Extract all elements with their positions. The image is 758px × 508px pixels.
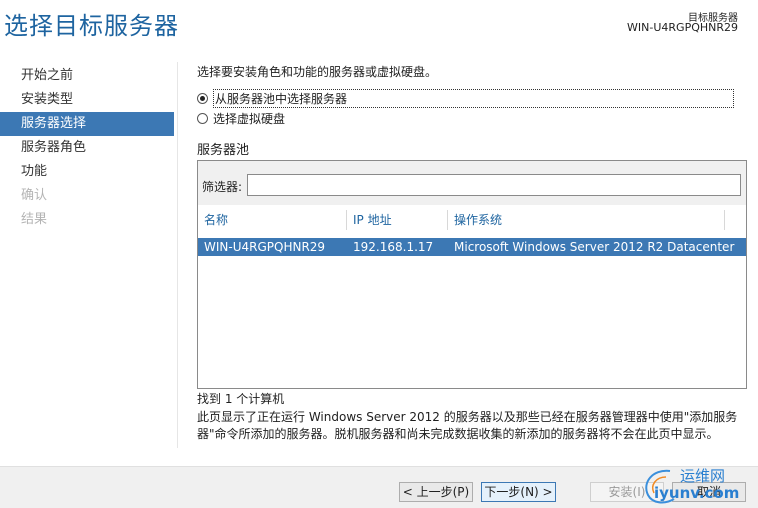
nav-item-server-selection[interactable]: 服务器选择 <box>0 112 174 136</box>
option-server-pool[interactable]: 从服务器池中选择服务器 <box>197 88 734 108</box>
info-text: 此页显示了正在运行 Windows Server 2012 的服务器以及那些已经… <box>197 410 738 441</box>
option-virtual-disk[interactable]: 选择虚拟硬盘 <box>197 110 285 126</box>
nav-item-server-roles[interactable]: 服务器角色 <box>0 136 174 160</box>
table-header: 名称 IP 地址 操作系统 <box>198 207 746 233</box>
previous-button[interactable]: < 上一步(P) <box>399 482 473 502</box>
cell-server-name: WIN-U4RGPQHNR29 <box>204 240 326 254</box>
nav-item-installation-type[interactable]: 安装类型 <box>0 88 174 112</box>
wizard-nav: 开始之前 安装类型 服务器选择 服务器角色 功能 确认 结果 <box>0 64 174 232</box>
filter-input[interactable] <box>247 174 741 196</box>
server-pool-list: 筛选器: 名称 IP 地址 操作系统 WIN-U4RGPQHNR29 192.1… <box>197 160 747 389</box>
page-description: 选择要安装角色和功能的服务器或虚拟硬盘。 <box>197 65 438 79</box>
nav-item-confirmation: 确认 <box>21 188 48 203</box>
cell-operating-system: Microsoft Windows Server 2012 R2 Datacen… <box>454 240 735 254</box>
cell-ip-address: 192.168.1.17 <box>353 240 434 254</box>
nav-item-features[interactable]: 功能 <box>0 160 174 184</box>
table-row[interactable]: WIN-U4RGPQHNR29 192.168.1.17 Microsoft W… <box>198 238 746 256</box>
watermark-text-cn: 运维网 <box>680 467 726 485</box>
radio-server-pool[interactable] <box>197 92 208 104</box>
filter-label: 筛选器: <box>202 180 243 194</box>
destination-server-name: WIN-U4RGPQHNR29 <box>627 21 738 34</box>
watermark-logo: 运维网 iyunv.com <box>640 465 750 507</box>
filter-bar: 筛选器: <box>198 161 746 205</box>
column-header-name[interactable]: 名称 <box>198 207 346 233</box>
nav-item-before-you-begin[interactable]: 开始之前 <box>0 64 174 88</box>
column-separator[interactable] <box>724 210 725 230</box>
column-header-ip[interactable]: IP 地址 <box>347 207 447 233</box>
server-pool-heading: 服务器池 <box>197 143 250 158</box>
nav-item-results: 结果 <box>21 212 48 227</box>
found-count: 找到 1 个计算机 <box>197 392 285 406</box>
radio-virtual-disk[interactable] <box>197 112 208 124</box>
watermark-text-url: iyunv.com <box>654 484 740 502</box>
page-title: 选择目标服务器 <box>4 12 179 40</box>
option-server-pool-label[interactable]: 从服务器池中选择服务器 <box>213 88 734 108</box>
column-header-os[interactable]: 操作系统 <box>448 207 724 233</box>
option-virtual-disk-label[interactable]: 选择虚拟硬盘 <box>213 110 285 127</box>
next-button[interactable]: 下一步(N) > <box>481 482 556 502</box>
nav-divider <box>177 62 178 448</box>
